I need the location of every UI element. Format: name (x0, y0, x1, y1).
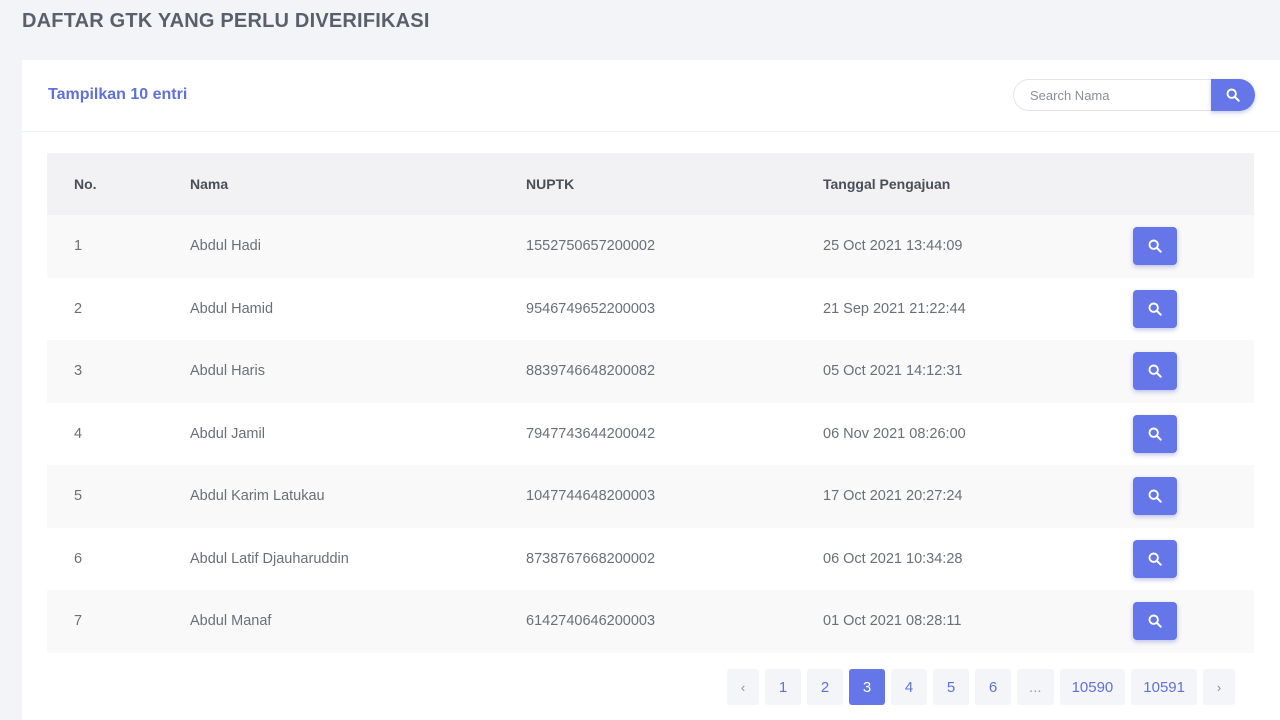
row-nama: Abdul Hamid (190, 300, 274, 317)
row-tanggal: 05 Oct 2021 14:12:31 (823, 363, 963, 380)
header-nama: Nama (190, 176, 229, 192)
pagination-page-button[interactable]: 10591 (1131, 669, 1197, 705)
row-no: 4 (74, 425, 83, 442)
view-detail-button[interactable] (1133, 477, 1177, 516)
search-icon (1148, 302, 1162, 316)
pagination-ellipsis[interactable]: ... (1017, 669, 1054, 705)
row-nama: Abdul Haris (190, 363, 265, 380)
row-tanggal: 06 Oct 2021 10:34:28 (823, 550, 963, 567)
pagination-next-button[interactable]: › (1203, 669, 1235, 705)
row-action (1133, 278, 1254, 341)
table-row: 1 Abdul Hadi 1552750657200002 25 Oct 2021 1… (47, 215, 1254, 278)
view-detail-button[interactable] (1133, 352, 1177, 391)
row-nuptk: 1552750657200002 (526, 238, 656, 255)
row-nuptk: 6142740646200003 (526, 613, 656, 630)
header-nuptk: NUPTK (526, 176, 575, 192)
view-detail-button[interactable] (1133, 539, 1177, 578)
search-button[interactable] (1211, 79, 1255, 111)
row-tanggal: 25 Oct 2021 13:44:09 (823, 238, 963, 255)
entries-per-page-selector[interactable]: Tampilkan 10 entri (48, 86, 187, 104)
row-tanggal: 06 Nov 2021 08:26:00 (823, 425, 966, 442)
row-action (1133, 590, 1254, 653)
pagination-page-button[interactable]: 6 (975, 669, 1012, 705)
search-icon (1226, 88, 1240, 102)
pagination-prev-button[interactable]: ‹ (727, 669, 760, 705)
view-detail-button[interactable] (1133, 414, 1177, 453)
pagination-page-button[interactable]: 5 (933, 669, 970, 705)
row-tanggal: 21 Sep 2021 21:22:44 (823, 300, 966, 317)
row-no: 3 (74, 363, 83, 380)
row-tanggal: 17 Oct 2021 20:27:24 (823, 488, 963, 505)
pagination: ‹ 1 2 3 4 5 6... 10590 10591 › (727, 669, 1235, 705)
table-row: 2 Abdul Hamid 9546749652200003 21 Sep 2021 … (47, 277, 1254, 341)
row-nama: Abdul Jamil (190, 425, 265, 442)
search-icon (1148, 552, 1162, 566)
header-tanggal-pengajuan: Tanggal Pengajuan (823, 176, 951, 192)
pagination-page-button[interactable]: 2 (807, 669, 844, 705)
gtk-table: No. Nama NUPTK Tanggal Pengajuan 1 Abdul … (47, 153, 1254, 653)
page-title: DAFTAR GTK YANG PERLU DIVERIFIKASI (22, 10, 430, 32)
search-input[interactable] (1013, 79, 1211, 111)
row-action (1133, 528, 1254, 591)
view-detail-button[interactable] (1133, 289, 1177, 328)
pagination-page-button[interactable]: 10590 (1059, 669, 1126, 705)
row-no: 7 (74, 613, 83, 630)
row-nama: Abdul Latif Djauharuddin (190, 550, 349, 567)
row-nuptk: 7947743644200042 (526, 425, 656, 442)
table-row: 7 Abdul Manaf 6142740646200003 01 Oct 2021 … (47, 590, 1254, 653)
table-row: 3 Abdul Haris 8839746648200082 05 Oct 2021 … (47, 340, 1254, 403)
row-nama: Abdul Karim Latukau (190, 488, 325, 505)
search-bar (1013, 79, 1255, 111)
row-no: 6 (74, 550, 83, 567)
search-icon (1148, 364, 1162, 378)
row-nama: Abdul Hadi (190, 238, 261, 255)
row-no: 1 (74, 238, 83, 255)
table-row: 5 Abdul Karim Latukau 1047744648200003 17 O… (47, 465, 1254, 528)
pagination-page-button[interactable]: 4 (891, 669, 928, 705)
table-row: 4 Abdul Jamil 7947743644200042 06 Nov 2021 … (47, 402, 1254, 466)
row-nuptk: 8738767668200002 (526, 550, 656, 567)
header-no: No. (74, 176, 97, 192)
pagination-page-button[interactable]: 1 (765, 669, 802, 705)
search-icon (1148, 614, 1162, 628)
row-tanggal: 01 Oct 2021 08:28:11 (823, 613, 962, 630)
row-action (1133, 215, 1254, 278)
table-header-row: No. Nama NUPTK Tanggal Pengajuan (47, 153, 1254, 215)
gtk-verification-card: Tampilkan 10 entri No. Nama NUPTK Tangga… (22, 60, 1280, 720)
row-action (1133, 340, 1254, 403)
search-icon (1148, 489, 1162, 503)
row-nuptk: 8839746648200082 (526, 363, 656, 380)
row-nuptk: 9546749652200003 (526, 300, 656, 317)
row-nuptk: 1047744648200003 (526, 488, 656, 505)
row-nama: Abdul Manaf (190, 613, 272, 630)
pagination-page-active[interactable]: 3 (849, 669, 886, 705)
table-row: 6 Abdul Latif Djauharuddin 873876766820000… (47, 527, 1254, 591)
row-no: 2 (74, 300, 83, 317)
header-action (1133, 153, 1254, 215)
search-icon (1148, 239, 1162, 253)
row-action (1133, 403, 1254, 466)
card-header: Tampilkan 10 entri (22, 60, 1280, 132)
row-no: 5 (74, 488, 83, 505)
view-detail-button[interactable] (1133, 227, 1177, 266)
view-detail-button[interactable] (1133, 602, 1177, 641)
row-action (1133, 465, 1254, 528)
search-icon (1148, 427, 1162, 441)
